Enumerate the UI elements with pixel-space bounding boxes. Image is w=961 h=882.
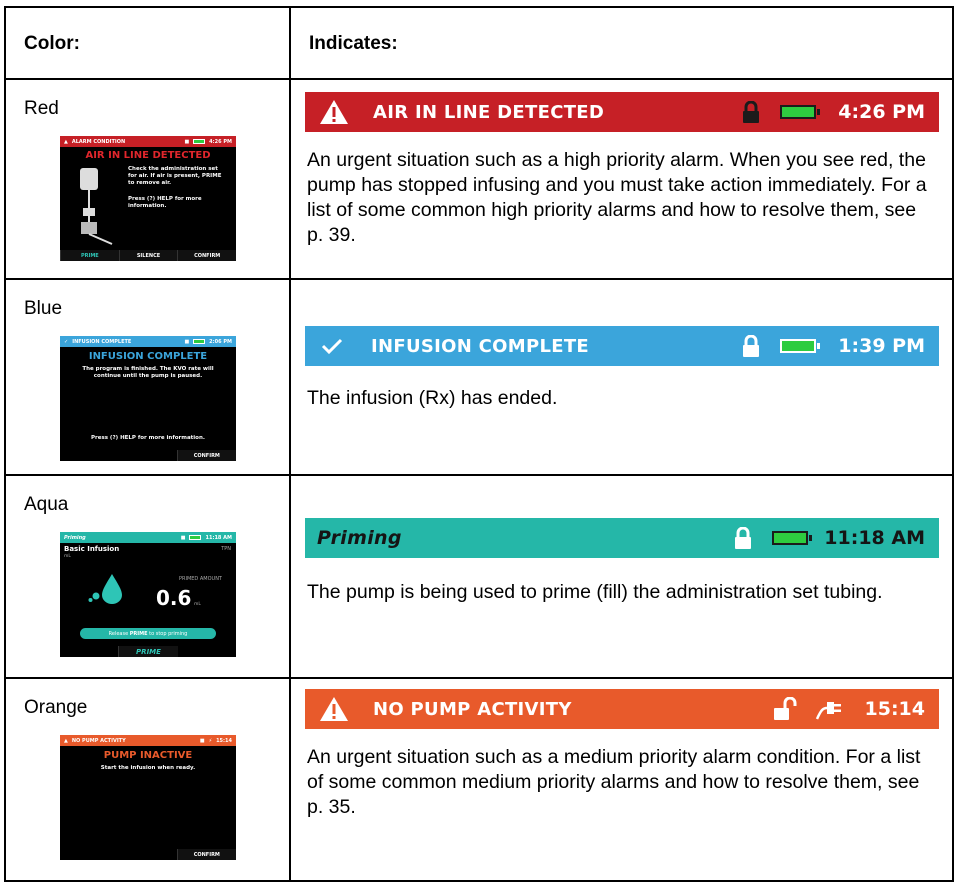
battery-icon: [772, 531, 813, 545]
thumb-prime-button: PRIME: [60, 250, 119, 261]
lock-icon: ■: [184, 138, 190, 145]
thumb-red-body1: Check the administration set for air. If…: [128, 166, 222, 186]
warning-icon: [320, 100, 348, 124]
thumb-red-title: AIR IN LINE DETECTED: [85, 150, 211, 161]
thumb-blue-time: 2:06 PM: [209, 338, 232, 345]
banner-blue-time: 1:39 PM: [838, 335, 925, 357]
status-banner-red: AIR IN LINE DETECTED 4:26 PM: [305, 92, 939, 132]
thumb-blue-bar: ✓ INFUSION COMPLETE ■ 2:06 PM: [60, 336, 236, 347]
thumb-prime-button: PRIME: [118, 646, 178, 657]
table-row-aqua: Aqua Priming ■ 11:18 AM Basic Infusion TP…: [6, 474, 952, 677]
thumb-confirm-button: CONFIRM: [176, 849, 236, 860]
thumb-orange-time: 15:14: [216, 737, 232, 744]
thumb-red-time: 4:26 PM: [209, 138, 232, 145]
thumb-aqua-unit-small: mL: [64, 554, 71, 559]
status-banner-orange: NO PUMP ACTIVITY 15:14: [305, 689, 939, 729]
banner-blue-text: INFUSION COMPLETE: [371, 335, 590, 357]
description-red: An urgent situation such as a high prior…: [307, 149, 927, 246]
lock-icon: ■: [180, 534, 186, 541]
thumb-confirm-button: CONFIRM: [177, 250, 236, 261]
thumb-aqua-time: 11:18 AM: [205, 534, 232, 541]
thumb-silence-button: SILENCE: [118, 250, 178, 261]
table-row-red: Red ▲ ALARM CONDITION ■ 4:26 PM AIR IN LI…: [6, 78, 952, 278]
thumb-confirm-button: CONFIRM: [176, 450, 236, 461]
warning-icon: [320, 697, 348, 721]
thumb-aqua-title: Basic Infusion: [64, 545, 120, 553]
banner-orange-time: 15:14: [864, 698, 925, 720]
battery-icon: [193, 139, 206, 144]
header-color: Color:: [24, 33, 80, 54]
banner-orange-text: NO PUMP ACTIVITY: [373, 698, 572, 720]
thumbnail-blue-screen: ✓ INFUSION COMPLETE ■ 2:06 PM INFUSION CO…: [60, 336, 236, 461]
check-icon: ✓: [64, 338, 69, 345]
header-indicates: Indicates:: [309, 33, 398, 54]
thumb-primed-label: PRIMED AMOUNT: [178, 576, 222, 582]
lock-icon: [743, 335, 760, 357]
battery-icon: [193, 339, 206, 344]
banner-red-time: 4:26 PM: [838, 101, 925, 123]
table-header-row: Color: Indicates:: [6, 8, 952, 78]
description-orange: An urgent situation such as a medium pri…: [307, 746, 921, 818]
battery-icon: [780, 339, 821, 353]
banner-aqua-text: Priming: [317, 527, 402, 549]
status-banner-blue: INFUSION COMPLETE 1:39 PM: [305, 326, 939, 366]
color-label-blue: Blue: [24, 298, 63, 319]
droplet-icon: [88, 574, 122, 604]
color-legend-table: Color: Indicates: Red ▲ ALARM CONDITION …: [4, 6, 954, 882]
check-icon: [321, 338, 343, 355]
color-label-aqua: Aqua: [24, 494, 69, 515]
warning-icon: ▲: [64, 737, 68, 744]
battery-icon: [780, 105, 821, 119]
thumb-orange-bar-label: NO PUMP ACTIVITY: [71, 737, 126, 744]
table-row-blue: Blue ✓ INFUSION COMPLETE ■ 2:06 PM INFUSI…: [6, 278, 952, 474]
thumb-orange-title: PUMP INACTIVE: [103, 750, 193, 761]
plug-icon: [815, 702, 841, 720]
thumb-orange-body1: Start the infusion when ready.: [100, 765, 196, 771]
thumbnail-red-screen: ▲ ALARM CONDITION ■ 4:26 PM AIR IN LINE D…: [60, 136, 236, 261]
iv-bag-icon: [80, 168, 113, 245]
description-blue: The infusion (Rx) has ended.: [307, 387, 558, 409]
lock-icon: ■: [184, 338, 190, 345]
battery-icon: [189, 535, 202, 540]
color-label-orange: Orange: [24, 697, 88, 718]
table-row-orange: Orange ▲ NO PUMP ACTIVITY ■ ⚡ 15:14 PUMP I…: [6, 677, 952, 880]
thumb-aqua-bar: Priming ■ 11:18 AM: [60, 532, 236, 543]
thumb-blue-bar-label: INFUSION COMPLETE: [72, 338, 132, 345]
thumb-blue-title: INFUSION COMPLETE: [88, 351, 208, 362]
thumb-blue-body2: Press (?) HELP for more information.: [91, 435, 205, 441]
thumb-aqua-bar-label: Priming: [64, 534, 86, 541]
warning-icon: ▲: [64, 138, 68, 145]
thumb-red-bar-label: ALARM CONDITION: [71, 138, 126, 145]
color-label-red: Red: [24, 98, 59, 119]
unlock-icon: ■: [199, 737, 205, 744]
thumb-red-body2: Press (?) HELP for more information.: [128, 196, 202, 209]
description-aqua: The pump is being used to prime (fill) t…: [307, 581, 883, 603]
banner-red-text: AIR IN LINE DETECTED: [373, 101, 605, 123]
thumbnail-orange-screen: ▲ NO PUMP ACTIVITY ■ ⚡ 15:14 PUMP INACTIVE…: [60, 735, 236, 860]
unlock-icon: [773, 697, 797, 720]
thumb-release-prime-pill: Release PRIME to stop priming: [80, 628, 216, 639]
thumb-primed-unit: mL: [194, 602, 201, 607]
thumb-orange-bar: ▲ NO PUMP ACTIVITY ■ ⚡ 15:14: [60, 735, 236, 746]
lock-icon: [743, 101, 760, 123]
banner-aqua-time: 11:18 AM: [824, 527, 925, 549]
thumb-red-bar: ▲ ALARM CONDITION ■ 4:26 PM: [60, 136, 236, 147]
thumb-primed-value: 0.6: [156, 586, 192, 610]
plug-icon: ⚡: [208, 737, 213, 744]
lock-icon: [735, 527, 752, 549]
thumbnail-aqua-screen: Priming ■ 11:18 AM Basic Infusion TPN mL …: [60, 532, 236, 657]
thumb-blue-body1: The program is finished. The KVO rate wi…: [82, 366, 214, 379]
thumb-aqua-tag: TPN: [221, 546, 231, 552]
status-banner-aqua: Priming 11:18 AM: [305, 518, 939, 558]
